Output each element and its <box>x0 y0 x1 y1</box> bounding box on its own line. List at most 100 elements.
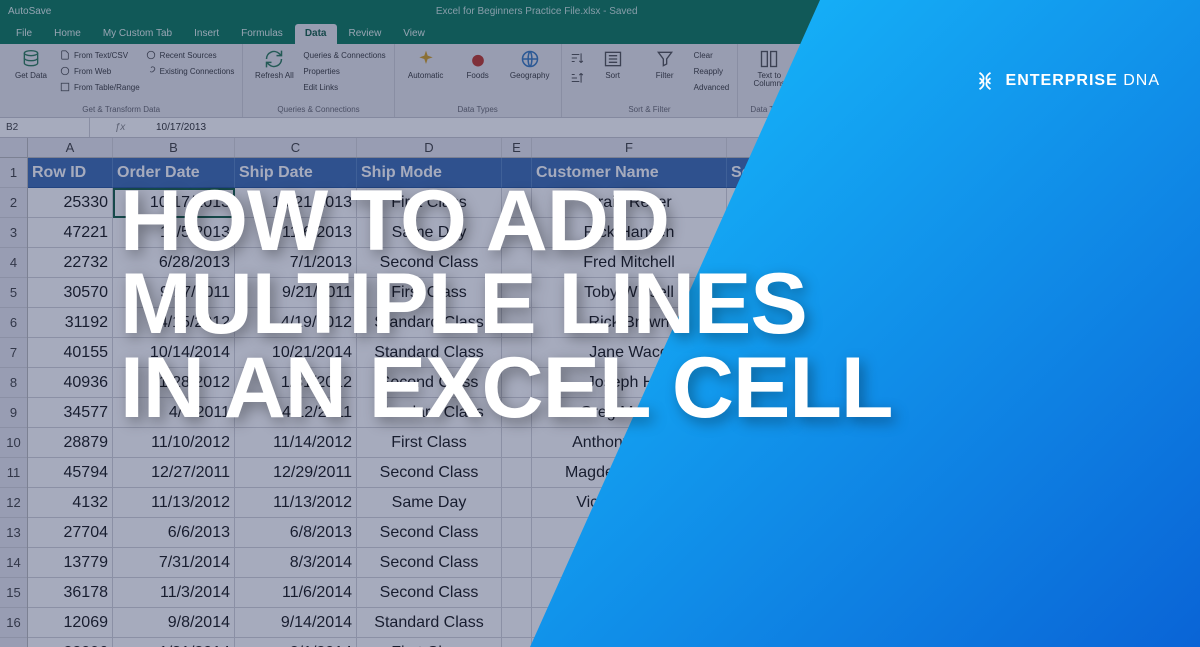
row-header-7[interactable]: 7 <box>0 338 27 368</box>
cell[interactable]: 12/29/2011 <box>235 458 357 488</box>
edit-links-button[interactable]: Edit Links <box>303 80 385 94</box>
advanced-filter-button[interactable]: Advanced <box>694 80 730 94</box>
cell[interactable]: Consumer <box>727 218 897 248</box>
cell[interactable]: 6/28/2013 <box>113 248 235 278</box>
datatype-geography-button[interactable]: Geography <box>507 48 553 80</box>
cell[interactable]: 30570 <box>28 278 113 308</box>
cell[interactable]: Joseph Holt <box>532 368 727 398</box>
tab-data[interactable]: Data <box>295 24 337 44</box>
text-to-columns-button[interactable]: Text to Columns <box>746 48 792 88</box>
cell[interactable]: 25330 <box>28 188 113 218</box>
cell[interactable]: First Class <box>357 428 502 458</box>
cell[interactable]: Patrick Jones <box>532 608 727 638</box>
cell[interactable]: 11/3/2014 <box>113 578 235 608</box>
row-header-5[interactable]: 5 <box>0 278 27 308</box>
cell[interactable]: Craig Reiter <box>532 188 727 218</box>
cell[interactable]: 6/8/2013 <box>235 518 357 548</box>
row-header-15[interactable]: 15 <box>0 578 27 608</box>
cell[interactable] <box>502 428 532 458</box>
from-table-button[interactable]: From Table/Range <box>60 80 140 94</box>
cell[interactable] <box>727 578 897 608</box>
cell[interactable]: Fred Mitchell <box>532 248 727 278</box>
tab-review[interactable]: Review <box>339 24 392 44</box>
cell[interactable]: 10/21/2014 <box>235 338 357 368</box>
sort-za-button[interactable] <box>570 68 584 88</box>
cell[interactable] <box>502 218 532 248</box>
cell[interactable]: 4/7/2011 <box>113 398 235 428</box>
row-header-3[interactable]: 3 <box>0 218 27 248</box>
cell[interactable]: 22096 <box>28 638 113 647</box>
cell[interactable]: Rick Hansen <box>532 218 727 248</box>
cell[interactable]: Standard Class <box>357 398 502 428</box>
col-header-F[interactable]: F <box>532 138 727 157</box>
table-header-cell[interactable]: Ship Mode <box>357 158 502 188</box>
cell[interactable]: 9/14/2014 <box>235 608 357 638</box>
cell[interactable]: Rick Brown <box>532 308 727 338</box>
recent-sources-button[interactable]: Recent Sources <box>146 48 235 62</box>
row-header-11[interactable]: 11 <box>0 458 27 488</box>
sort-az-button[interactable] <box>570 48 584 68</box>
cell[interactable]: 11/13/2012 <box>113 488 235 518</box>
tab-insert[interactable]: Insert <box>184 24 229 44</box>
cell[interactable]: Ben Peterman <box>532 548 727 578</box>
tab-formulas[interactable]: Formulas <box>231 24 293 44</box>
cell[interactable]: 8/3/2014 <box>235 548 357 578</box>
cell[interactable] <box>727 308 897 338</box>
cell[interactable] <box>727 338 897 368</box>
cell[interactable]: Peter Fuller <box>532 518 727 548</box>
cell[interactable] <box>727 398 897 428</box>
cell[interactable]: 47221 <box>28 218 113 248</box>
cell[interactable]: 11/13/2012 <box>235 488 357 518</box>
tab-my-custom-tab[interactable]: My Custom Tab <box>93 24 182 44</box>
row-header-1[interactable]: 1 <box>0 158 27 188</box>
cell[interactable] <box>727 458 897 488</box>
cell[interactable] <box>502 308 532 338</box>
cell[interactable] <box>727 488 897 518</box>
cell[interactable]: 4132 <box>28 488 113 518</box>
cell[interactable]: 12069 <box>28 608 113 638</box>
cell[interactable]: 34577 <box>28 398 113 428</box>
row-header-14[interactable]: 14 <box>0 548 27 578</box>
cell[interactable]: Magdelene Morse <box>532 458 727 488</box>
cell[interactable]: 7/31/2014 <box>113 548 235 578</box>
row-header-8[interactable]: 8 <box>0 368 27 398</box>
row-header-10[interactable]: 10 <box>0 428 27 458</box>
row-header-17[interactable]: 17 <box>0 638 27 647</box>
filter-button[interactable]: Filter <box>642 48 688 80</box>
cell[interactable]: 4/19/2012 <box>235 308 357 338</box>
col-header-C[interactable]: C <box>235 138 357 157</box>
cell[interactable] <box>502 458 532 488</box>
cell[interactable]: Jane Waco <box>532 338 727 368</box>
cell[interactable] <box>502 488 532 518</box>
datatype-automatic-button[interactable]: Automatic <box>403 48 449 80</box>
cell[interactable]: Standard Class <box>357 608 502 638</box>
cell[interactable] <box>502 278 532 308</box>
name-box[interactable]: B2 <box>0 118 90 137</box>
cell[interactable] <box>727 368 897 398</box>
cell[interactable]: 4/15/2012 <box>113 308 235 338</box>
cell[interactable]: 36178 <box>28 578 113 608</box>
col-header-A[interactable]: A <box>28 138 113 157</box>
cell[interactable]: Toby Winsell <box>532 278 727 308</box>
cell[interactable]: 1/31/2014 <box>113 638 235 647</box>
spreadsheet[interactable]: ABCDEFG 1234567891011121314151617 Row ID… <box>0 138 1200 647</box>
cell[interactable]: 40155 <box>28 338 113 368</box>
cell[interactable]: Anthony Jacobs <box>532 428 727 458</box>
cell[interactable]: 10/14/2014 <box>113 338 235 368</box>
cell[interactable]: 11/10/2012 <box>113 428 235 458</box>
get-data-button[interactable]: Get Data <box>8 48 54 80</box>
cell[interactable]: 45794 <box>28 458 113 488</box>
cell[interactable] <box>502 548 532 578</box>
cell[interactable]: Second Class <box>357 458 502 488</box>
cell[interactable]: 11/6/2013 <box>235 218 357 248</box>
row-header-12[interactable]: 12 <box>0 488 27 518</box>
tab-view[interactable]: View <box>393 24 435 44</box>
cell[interactable]: 4/12/2011 <box>235 398 357 428</box>
cell[interactable] <box>727 428 897 458</box>
cell[interactable]: 6/6/2013 <box>113 518 235 548</box>
cell[interactable]: 9/21/2011 <box>235 278 357 308</box>
sort-button[interactable]: Sort <box>590 48 636 80</box>
queries-conn-button[interactable]: Queries & Connections <box>303 48 385 62</box>
cell[interactable]: First Class <box>357 638 502 647</box>
col-header-B[interactable]: B <box>113 138 235 157</box>
